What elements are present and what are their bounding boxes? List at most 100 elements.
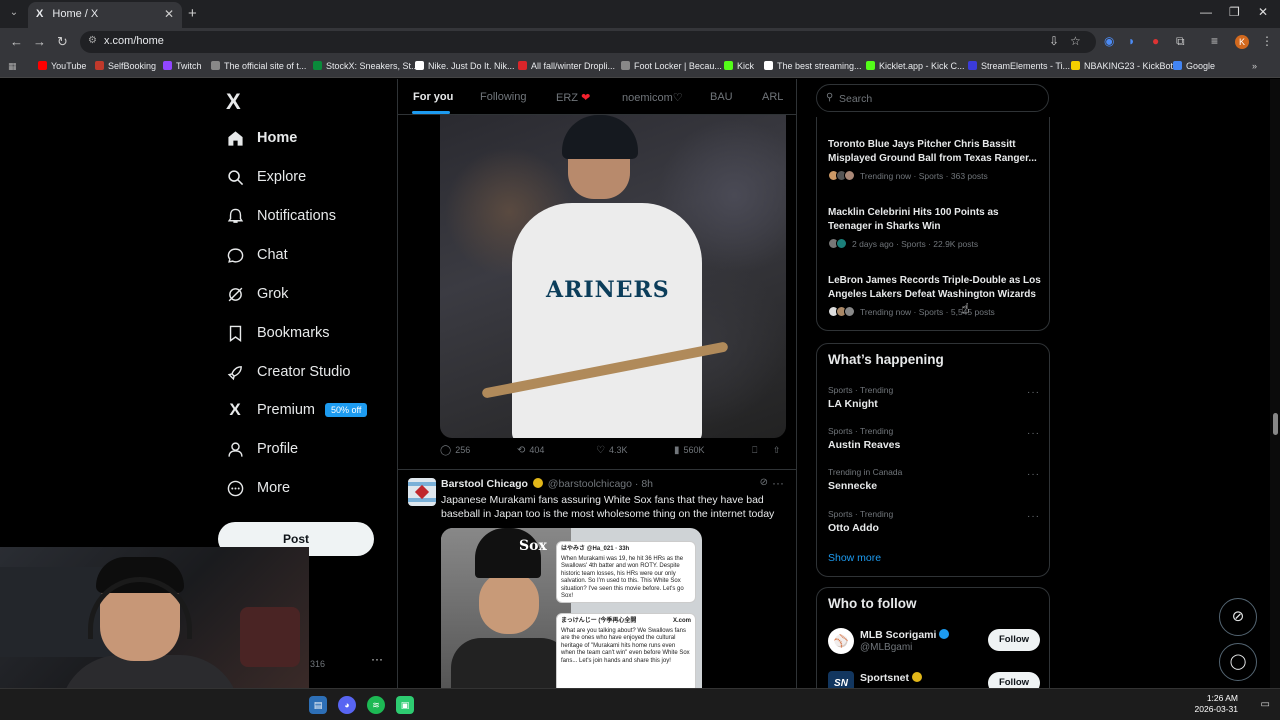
avatar[interactable]: ⚾ bbox=[828, 628, 854, 654]
share-icon[interactable]: ⇧ bbox=[773, 445, 781, 456]
murakami-photo: Sox bbox=[441, 528, 571, 688]
bookmark-youtube[interactable]: YouTube bbox=[38, 61, 86, 71]
bookmark-kick[interactable]: Kick bbox=[724, 61, 754, 71]
reload-icon[interactable]: ↻ bbox=[57, 34, 68, 50]
notification-tray-icon[interactable]: ▭ bbox=[1261, 699, 1270, 710]
extension-3-icon[interactable]: ● bbox=[1152, 34, 1159, 48]
grok-float-button[interactable]: ⊘ bbox=[1219, 598, 1257, 636]
nav-bookmarks[interactable]: Bookmarks bbox=[226, 319, 330, 347]
trend-item[interactable]: Sports · Trending Austin Reaves ··· bbox=[828, 426, 1040, 451]
tab-arl[interactable]: ARL bbox=[762, 91, 783, 103]
repost-button[interactable]: ⟲ 404 bbox=[517, 445, 544, 456]
bookmark-kicklet[interactable]: Kicklet.app - Kick C... bbox=[866, 61, 965, 71]
tab-close-icon[interactable]: ✕ bbox=[164, 7, 174, 21]
bookmark-twitch[interactable]: Twitch bbox=[163, 61, 202, 71]
app-icon[interactable]: ▣ bbox=[396, 696, 414, 714]
restore-icon[interactable]: ❐ bbox=[1229, 5, 1240, 19]
author-name[interactable]: Barstool Chicago bbox=[441, 478, 528, 490]
nav-creator-studio[interactable]: Creator Studio bbox=[226, 358, 351, 386]
trend-more-icon[interactable]: ··· bbox=[1027, 511, 1040, 522]
file-explorer-icon[interactable]: ▤ bbox=[309, 696, 327, 714]
tab-for-you[interactable]: For you bbox=[413, 91, 453, 103]
discord-icon[interactable]: ◕ bbox=[338, 696, 356, 714]
tab-noemicom[interactable]: noemicom♡ bbox=[622, 91, 683, 104]
nav-more[interactable]: More bbox=[226, 474, 290, 502]
profile-avatar[interactable]: K bbox=[1235, 35, 1249, 49]
minimize-icon[interactable]: — bbox=[1200, 5, 1212, 19]
browser-menu-icon[interactable]: ⋮ bbox=[1261, 34, 1273, 48]
site-info-icon[interactable]: ⚙ bbox=[88, 35, 97, 46]
news-item[interactable]: Toronto Blue Jays Pitcher Chris Bassitt … bbox=[828, 138, 1042, 181]
x-logo[interactable]: X bbox=[226, 89, 241, 115]
address-bar[interactable]: ⚙ x.com/home bbox=[80, 31, 1096, 53]
bookmark-star-icon[interactable]: ☆ bbox=[1070, 34, 1081, 48]
bookmark-streaming[interactable]: The best streaming... bbox=[764, 61, 862, 71]
bookmark-foot-locker[interactable]: Foot Locker | Becau... bbox=[621, 61, 722, 71]
follow-button[interactable]: Follow bbox=[988, 672, 1040, 688]
news-item[interactable]: LeBron James Records Triple-Double as Lo… bbox=[828, 274, 1042, 317]
tab-following[interactable]: Following bbox=[480, 91, 526, 103]
nav-grok[interactable]: Grok bbox=[226, 280, 288, 308]
trend-item[interactable]: Trending in Canada Sennecke ··· bbox=[828, 467, 1040, 492]
trend-item[interactable]: Sports · Trending Otto Addo ··· bbox=[828, 509, 1040, 534]
bookmark-google[interactable]: Google bbox=[1173, 61, 1215, 71]
nav-explore[interactable]: Explore bbox=[226, 163, 306, 191]
forward-icon[interactable]: → bbox=[33, 34, 46, 49]
nav-notifications[interactable]: Notifications bbox=[226, 202, 336, 230]
scroll-thumb[interactable] bbox=[1273, 413, 1278, 435]
more-options-icon[interactable]: ··· bbox=[772, 476, 784, 490]
messages-float-button[interactable]: ◯ bbox=[1219, 643, 1257, 681]
follow-suggestion[interactable]: ⚾ MLB Scorigami @MLBgami Follow bbox=[828, 628, 1040, 658]
media-control-icon[interactable]: ≡ bbox=[1211, 34, 1218, 48]
nav-premium[interactable]: X Premium 50% off bbox=[226, 396, 368, 424]
bookmark-tweet-icon[interactable]: ⎕ bbox=[752, 445, 757, 456]
tweet-media[interactable]: Sox はやみさ @Ha_021 · 33h When Murakami was… bbox=[441, 528, 702, 688]
like-button[interactable]: ♡ 4.3K bbox=[596, 445, 627, 456]
apps-grid-icon[interactable]: ▦ bbox=[8, 61, 17, 72]
author-handle[interactable]: @barstoolchicago bbox=[548, 478, 632, 490]
tab-list-icon[interactable]: ⌄ bbox=[6, 5, 22, 21]
follow-suggestion[interactable]: SN Sportsnet Follow bbox=[828, 671, 1040, 688]
nav-chat[interactable]: Chat bbox=[226, 241, 288, 269]
install-app-icon[interactable]: ⇩ bbox=[1049, 34, 1059, 48]
bookmark-kickbot[interactable]: NBAKING23 - KickBot bbox=[1071, 61, 1173, 71]
grok-explain-icon[interactable]: ⊘ bbox=[760, 477, 768, 488]
spotify-icon[interactable]: ≋ bbox=[367, 696, 385, 714]
extensions-puzzle-icon[interactable]: ⧉ bbox=[1176, 34, 1185, 49]
nav-home[interactable]: Home bbox=[226, 124, 297, 152]
bookmark-stockx[interactable]: StockX: Sneakers, St... bbox=[313, 61, 419, 71]
trend-more-icon[interactable]: ··· bbox=[1027, 387, 1040, 398]
extension-2-icon[interactable]: ◗ bbox=[1128, 34, 1135, 48]
trend-more-icon[interactable]: ··· bbox=[1027, 469, 1040, 480]
search-input[interactable]: ⚲ Search bbox=[816, 84, 1049, 112]
bookmark-supreme[interactable]: All fall/winter Dropli... bbox=[518, 61, 615, 71]
show-more-link[interactable]: Show more bbox=[828, 552, 881, 564]
tweet-photo[interactable]: ARINERS bbox=[440, 115, 786, 438]
tweet-barstool-chicago[interactable]: Barstool Chicago @barstoolchicago · 8h ⊘… bbox=[398, 469, 796, 688]
reply-button[interactable]: ◯ 256 bbox=[440, 445, 470, 456]
new-tab-icon[interactable]: + bbox=[188, 5, 197, 22]
browser-tab-home[interactable]: X Home / X ✕ bbox=[28, 2, 182, 28]
nav-profile[interactable]: Profile bbox=[226, 435, 298, 463]
trend-more-icon[interactable]: ··· bbox=[1027, 428, 1040, 439]
system-clock[interactable]: 1:26 AM 2026-03-31 bbox=[1195, 693, 1238, 715]
avatar[interactable] bbox=[408, 478, 436, 506]
bookmark-streamelements[interactable]: StreamElements - Ti... bbox=[968, 61, 1070, 71]
bookmark-selfbooking[interactable]: SelfBooking bbox=[95, 61, 156, 71]
bookmarks-overflow-icon[interactable]: » bbox=[1252, 61, 1257, 71]
avatar[interactable]: SN bbox=[828, 671, 854, 688]
tab-erz[interactable]: ERZ ❤ bbox=[556, 91, 590, 104]
close-window-icon[interactable]: ✕ bbox=[1258, 5, 1268, 19]
bookmark-nike[interactable]: Nike. Just Do It. Nik... bbox=[415, 61, 515, 71]
page-scrollbar[interactable] bbox=[1270, 79, 1280, 688]
views-button[interactable]: ▮ 560K bbox=[674, 445, 705, 456]
account-more-icon[interactable]: ··· bbox=[371, 652, 383, 666]
news-item[interactable]: Macklin Celebrini Hits 100 Points as Tee… bbox=[828, 206, 1042, 249]
follow-button[interactable]: Follow bbox=[988, 629, 1040, 651]
extension-1-icon[interactable]: ◉ bbox=[1104, 34, 1114, 48]
back-icon[interactable]: ← bbox=[10, 34, 23, 49]
bookmark-official-site[interactable]: The official site of t... bbox=[211, 61, 306, 71]
trend-item[interactable]: Sports · Trending LA Knight ··· bbox=[828, 385, 1040, 410]
tab-bau[interactable]: BAU bbox=[710, 91, 733, 103]
tweet-time[interactable]: · 8h bbox=[635, 478, 653, 490]
